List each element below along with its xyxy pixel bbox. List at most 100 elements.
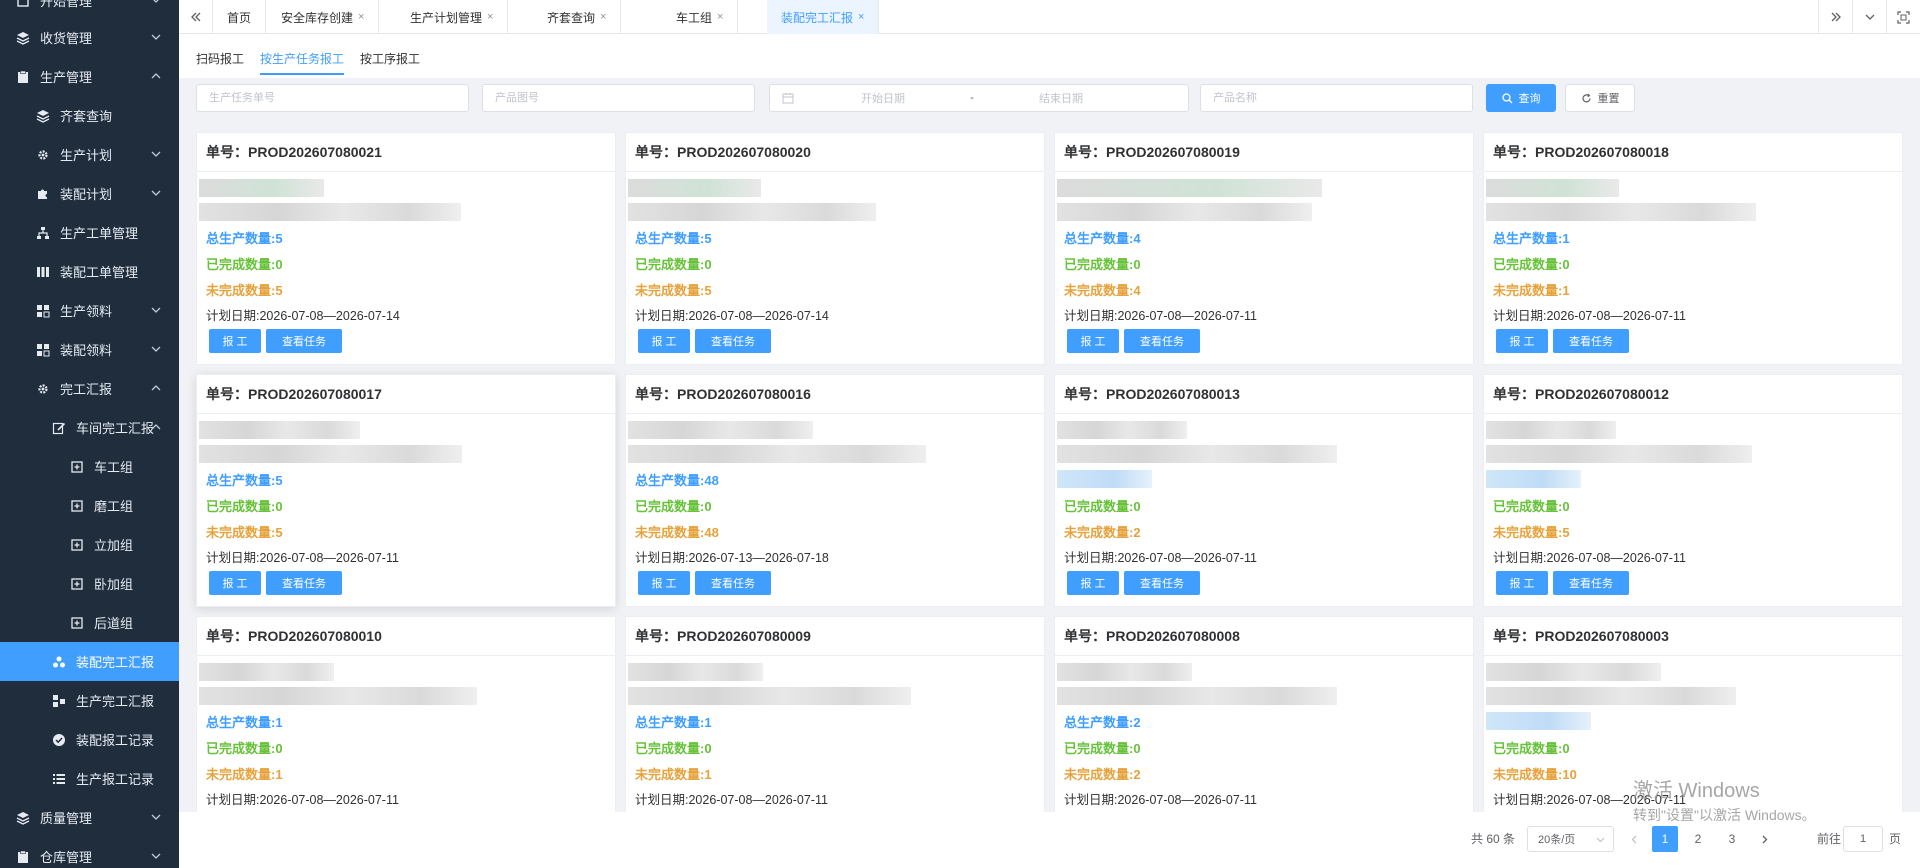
page-size-value: 20条/页	[1538, 834, 1576, 846]
tab-item[interactable]: 首页	[213, 0, 267, 34]
sitemap-icon	[36, 226, 50, 240]
tabs-scroll-left-icon[interactable]	[179, 0, 213, 34]
search-button[interactable]: 查询	[1486, 84, 1556, 112]
report-button[interactable]: 报 工	[1067, 329, 1119, 353]
date-range-picker[interactable]: 开始日期 - 结束日期	[769, 84, 1189, 112]
fullscreen-icon[interactable]	[1886, 0, 1920, 34]
grid-icon	[36, 343, 50, 357]
plan-date: 计划日期:2026-07-08—2026-07-11	[635, 789, 828, 808]
plan-date-value: 2026-07-08—2026-07-11	[1546, 309, 1686, 323]
goto-page-input[interactable]: 1	[1843, 826, 1883, 852]
view-task-button[interactable]: 查看任务	[1124, 571, 1200, 595]
redacted-product-info	[1486, 712, 1591, 730]
report-button[interactable]: 报 工	[1496, 571, 1548, 595]
close-icon[interactable]: ×	[358, 11, 364, 23]
start-date-placeholder[interactable]: 开始日期	[824, 90, 942, 106]
sidebar-item[interactable]: 卧加组	[0, 564, 179, 603]
close-icon[interactable]: ×	[717, 11, 723, 23]
order-prefix: 单号：	[1064, 144, 1106, 160]
total-count: 共 60 条	[1471, 832, 1516, 846]
tab-label: 装配完工汇报	[781, 10, 854, 25]
sidebar-item[interactable]: 生产完工汇报	[0, 681, 179, 720]
report-button[interactable]: 报 工	[638, 329, 690, 353]
task-no-input[interactable]	[196, 84, 469, 112]
plan-date-label: 计划日期:	[1493, 793, 1547, 807]
next-page-icon[interactable]	[1751, 826, 1777, 852]
tab-item[interactable]: 生产计划管理 ×	[396, 0, 509, 34]
page-2-button[interactable]: 2	[1685, 826, 1711, 852]
sidebar-item[interactable]: 质量管理	[0, 798, 179, 837]
task-card: 单号： PROD202607080012 已完成数量:0 未完成数量:5 计划日期:20…	[1483, 374, 1903, 607]
sidebar-item[interactable]: 收货管理	[0, 18, 179, 57]
tab-item[interactable]: 齐套查询 ×	[533, 0, 622, 34]
close-icon[interactable]: ×	[600, 11, 606, 23]
sidebar-item[interactable]: 装配计划	[0, 174, 179, 213]
completed-quantity: 已完成数量:0	[635, 254, 712, 273]
sidebar-item[interactable]: 立加组	[0, 525, 179, 564]
report-button[interactable]: 报 工	[209, 571, 261, 595]
sidebar-item[interactable]: 完工汇报	[0, 369, 179, 408]
prev-page-icon[interactable]	[1621, 826, 1647, 852]
sidebar-item[interactable]: 后道组	[0, 603, 179, 642]
completed-quantity-value: 0	[1133, 257, 1141, 272]
report-button[interactable]: 报 工	[209, 329, 261, 353]
sidebar-item[interactable]: 齐套查询	[0, 96, 179, 135]
sidebar-item[interactable]: 仓库管理	[0, 837, 179, 868]
sidebar-item[interactable]: 生产工单管理	[0, 213, 179, 252]
view-task-button[interactable]: 查看任务	[695, 571, 771, 595]
order-prefix: 单号：	[206, 386, 248, 402]
sidebar-item[interactable]: 生产领料	[0, 291, 179, 330]
product-name-input[interactable]	[1200, 84, 1473, 112]
sidebar-item[interactable]: 磨工组	[0, 486, 179, 525]
report-button[interactable]: 报 工	[1496, 329, 1548, 353]
page-3-button[interactable]: 3	[1719, 826, 1745, 852]
part-no-field[interactable]	[495, 92, 754, 104]
plan-date-value: 2026-07-08—2026-07-11	[259, 551, 399, 565]
task-card: 单号： PROD202607080009 总生产数量:1 已完成数量:0 未完成数量:1…	[625, 616, 1045, 812]
report-button[interactable]: 报 工	[638, 571, 690, 595]
sidebar-item[interactable]: 装配报工记录	[0, 720, 179, 759]
tabs-scroll-right-icon[interactable]	[1818, 0, 1852, 34]
view-task-button[interactable]: 查看任务	[266, 329, 342, 353]
plan-date: 计划日期:2026-07-08—2026-07-14	[635, 305, 829, 324]
sidebar-item[interactable]: 生产计划	[0, 135, 179, 174]
report-button[interactable]: 报 工	[1067, 571, 1119, 595]
remaining-quantity-value: 5	[1562, 525, 1570, 540]
task-no-field[interactable]	[209, 92, 468, 104]
total-quantity-value: 5	[275, 231, 283, 246]
page-1-button[interactable]: 1	[1652, 826, 1678, 852]
remaining-quantity: 未完成数量:10	[1493, 764, 1577, 783]
sidebar-item[interactable]: 装配完工汇报	[0, 642, 179, 681]
order-value: PROD202607080016	[677, 386, 811, 402]
sidebar-item[interactable]: 车间完工汇报	[0, 408, 179, 447]
tab-item[interactable]: 车工组 ×	[662, 0, 739, 34]
sidebar-item[interactable]: 装配领料	[0, 330, 179, 369]
sidebar-item[interactable]: 生产报工记录	[0, 759, 179, 798]
layers-icon	[36, 109, 50, 123]
sidebar-item-label: 装配计划	[60, 187, 113, 202]
tabs-dropdown-icon[interactable]	[1852, 0, 1886, 34]
product-name-field[interactable]	[1213, 92, 1472, 104]
remaining-quantity-label: 未完成数量:	[206, 767, 276, 782]
view-task-button[interactable]: 查看任务	[1553, 329, 1629, 353]
sidebar-item[interactable]: 装配工单管理	[0, 252, 179, 291]
page-size-select[interactable]: 20条/页	[1527, 826, 1614, 852]
view-task-button[interactable]: 查看任务	[695, 329, 771, 353]
view-task-button[interactable]: 查看任务	[266, 571, 342, 595]
sidebar-item[interactable]: 开始管理	[0, 0, 179, 20]
order-value: PROD202607080017	[248, 386, 382, 402]
completed-quantity: 已完成数量:0	[206, 254, 283, 273]
sidebar-item[interactable]: 生产管理	[0, 57, 179, 96]
sidebar-item-label: 立加组	[94, 538, 134, 553]
tab-item[interactable]: 安全库存创建 ×	[267, 0, 380, 34]
close-icon[interactable]: ×	[858, 11, 864, 23]
reset-button[interactable]: 重置	[1565, 84, 1635, 112]
part-no-input[interactable]	[482, 84, 755, 112]
end-date-placeholder[interactable]: 结束日期	[1002, 90, 1120, 106]
task-card: 单号： PROD202607080008 总生产数量:2 已完成数量:0 未完成数量:2…	[1054, 616, 1474, 812]
view-task-button[interactable]: 查看任务	[1124, 329, 1200, 353]
view-task-button[interactable]: 查看任务	[1553, 571, 1629, 595]
close-icon[interactable]: ×	[487, 11, 493, 23]
tab-item[interactable]: 装配完工汇报 ×	[767, 0, 880, 34]
sidebar-item[interactable]: 车工组	[0, 447, 179, 486]
